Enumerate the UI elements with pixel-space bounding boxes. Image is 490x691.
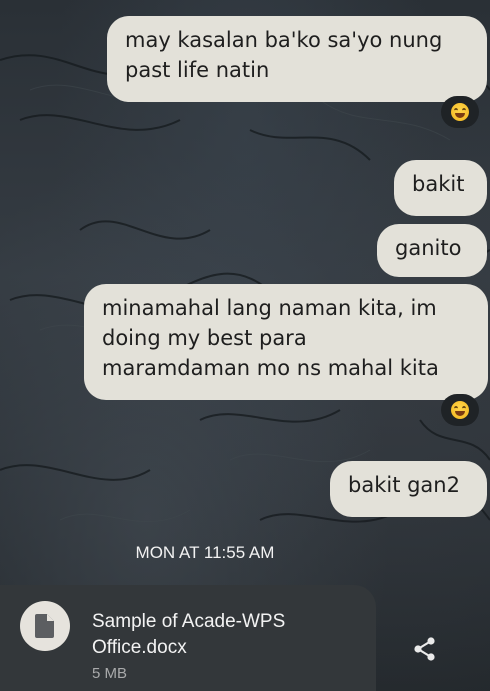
document-icon-container	[20, 601, 70, 651]
document-icon	[35, 614, 54, 638]
file-attachment-card[interactable]: Sample of Acade-WPS Office.docx 5 MB	[0, 585, 376, 691]
message-bubble[interactable]: minamahal lang naman kita, im doing my b…	[84, 284, 488, 400]
message-bubble[interactable]: ganito	[377, 224, 487, 277]
message-bubble[interactable]: bakit gan2	[330, 461, 487, 517]
grinning-squinting-face-emoji-icon	[451, 401, 469, 419]
message-bubble[interactable]: bakit	[394, 160, 487, 216]
file-size: 5 MB	[92, 665, 128, 682]
message-timestamp: MON AT 11:55 AM	[135, 543, 275, 562]
reaction-badge[interactable]	[441, 96, 479, 128]
file-name: Sample of Acade-WPS Office.docx	[92, 611, 286, 658]
share-icon	[414, 637, 435, 661]
share-button[interactable]	[401, 625, 449, 673]
grinning-squinting-face-emoji-icon	[451, 103, 469, 121]
message-bubble[interactable]: may kasalan ba'ko sa'yo nung past life n…	[107, 16, 487, 102]
reaction-badge[interactable]	[441, 394, 479, 426]
